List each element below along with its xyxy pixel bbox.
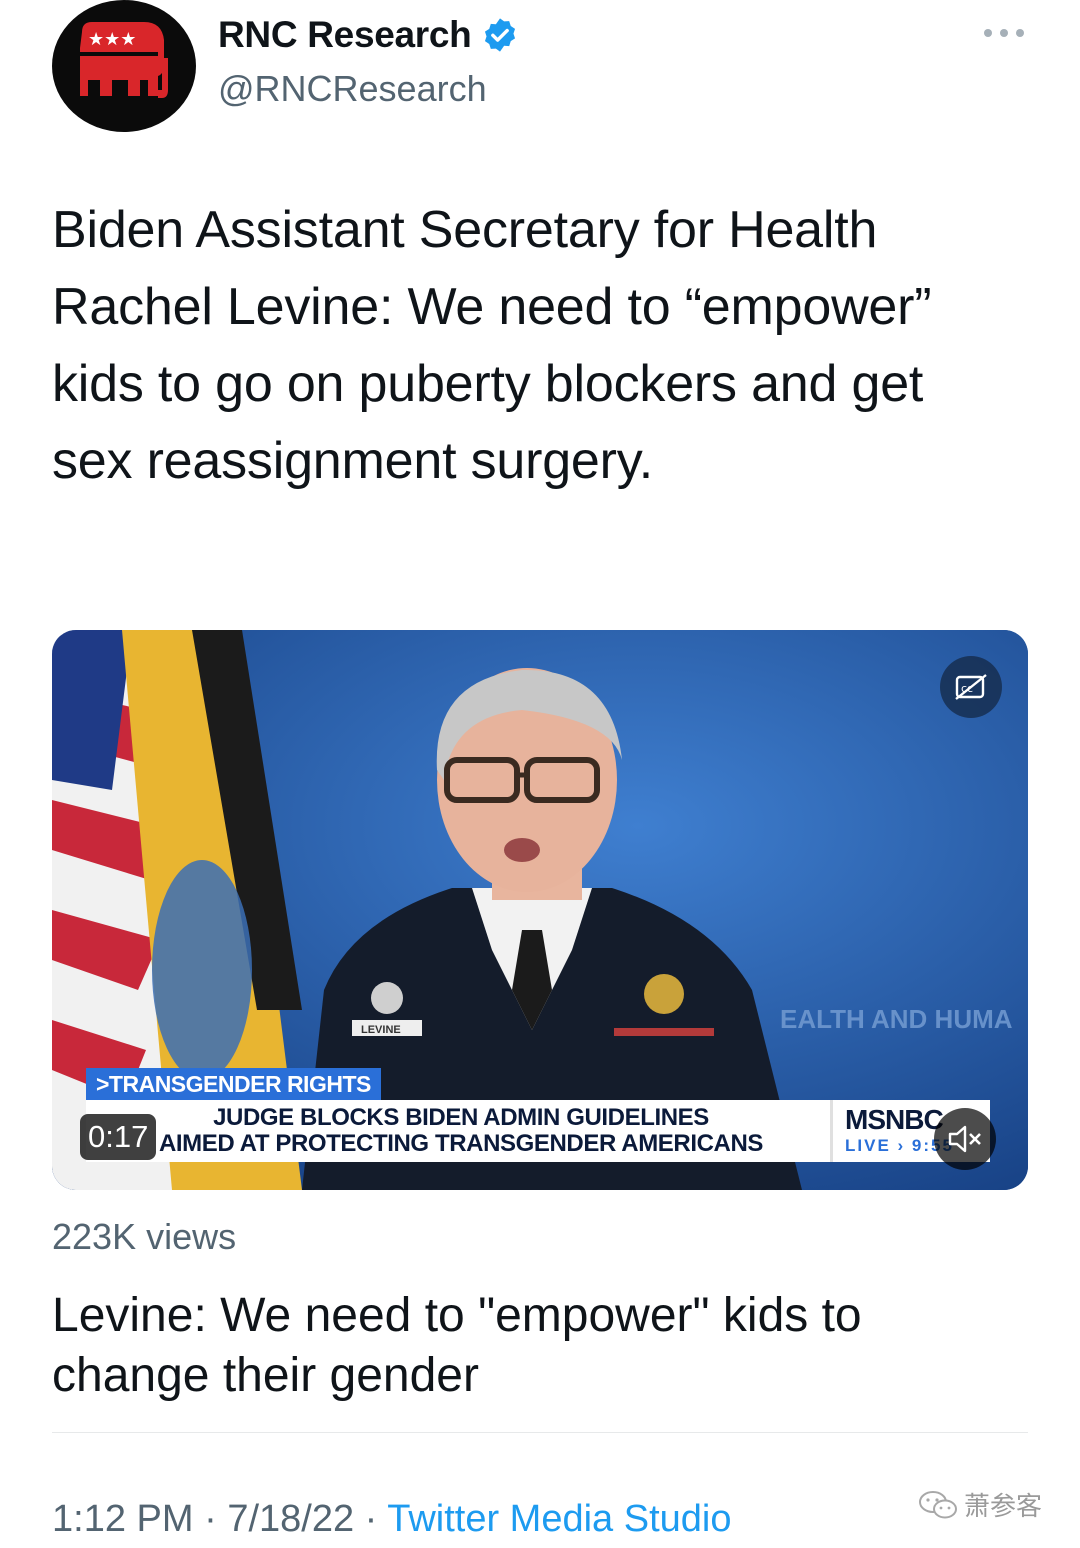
wechat-icon bbox=[919, 1490, 957, 1518]
closed-captions-icon: cc bbox=[955, 674, 987, 700]
tweet-header: ★★★ RNC Research @RNCResearch bbox=[52, 0, 1042, 140]
closed-captions-button[interactable]: cc bbox=[940, 656, 1002, 718]
news-headline: JUDGE BLOCKS BIDEN ADMIN GUIDELINES AIME… bbox=[86, 1100, 836, 1162]
name-row: RNC Research bbox=[218, 14, 519, 56]
author-display-name[interactable]: RNC Research bbox=[218, 14, 472, 56]
backdrop-text: EALTH AND HUMA bbox=[780, 1004, 1013, 1034]
more-options-icon[interactable] bbox=[984, 18, 1024, 48]
video-title[interactable]: Levine: We need to "empower" kids to cha… bbox=[52, 1286, 1012, 1406]
meta-separator: · bbox=[364, 1498, 378, 1540]
verified-badge-icon bbox=[485, 18, 516, 52]
mute-button[interactable] bbox=[934, 1108, 996, 1170]
view-count: 223K views bbox=[52, 1216, 237, 1257]
svg-text:★★★: ★★★ bbox=[88, 29, 136, 50]
author-avatar[interactable]: ★★★ bbox=[52, 0, 196, 132]
network-logo: MSNBC bbox=[845, 1104, 944, 1135]
tweet-time[interactable]: 1:12 PM bbox=[52, 1498, 194, 1540]
tweet-source-link[interactable]: Twitter Media Studio bbox=[387, 1498, 731, 1540]
divider bbox=[52, 1432, 1028, 1433]
watermark: 萧参客 bbox=[918, 1486, 1042, 1523]
nameplate-text: LEVINE bbox=[361, 1024, 401, 1036]
speaker-muted-icon bbox=[948, 1125, 981, 1153]
news-tag: >TRANSGENDER RIGHTS bbox=[86, 1068, 381, 1100]
tweet-date[interactable]: 7/18/22 bbox=[227, 1498, 354, 1540]
tweet-text: Biden Assistant Secretary for Health Rac… bbox=[52, 201, 932, 490]
tweet-meta: 1:12 PM · 7/18/22 · Twitter Media Studio bbox=[52, 1498, 731, 1541]
headline-line-1: JUDGE BLOCKS BIDEN ADMIN GUIDELINES bbox=[213, 1104, 709, 1131]
author-handle[interactable]: @RNCResearch bbox=[218, 68, 487, 110]
meta-separator: · bbox=[204, 1498, 217, 1540]
watermark-text: 萧参客 bbox=[964, 1491, 1043, 1521]
headline-line-2: AIMED AT PROTECTING TRANSGENDER AMERICAN… bbox=[158, 1130, 764, 1157]
gop-elephant-icon: ★★★ bbox=[80, 22, 168, 98]
video-player[interactable]: EALTH AND HUMA LEVINE cc >TRANSGENDER RI… bbox=[52, 630, 1028, 1190]
video-timestamp: 0:17 bbox=[80, 1114, 157, 1160]
